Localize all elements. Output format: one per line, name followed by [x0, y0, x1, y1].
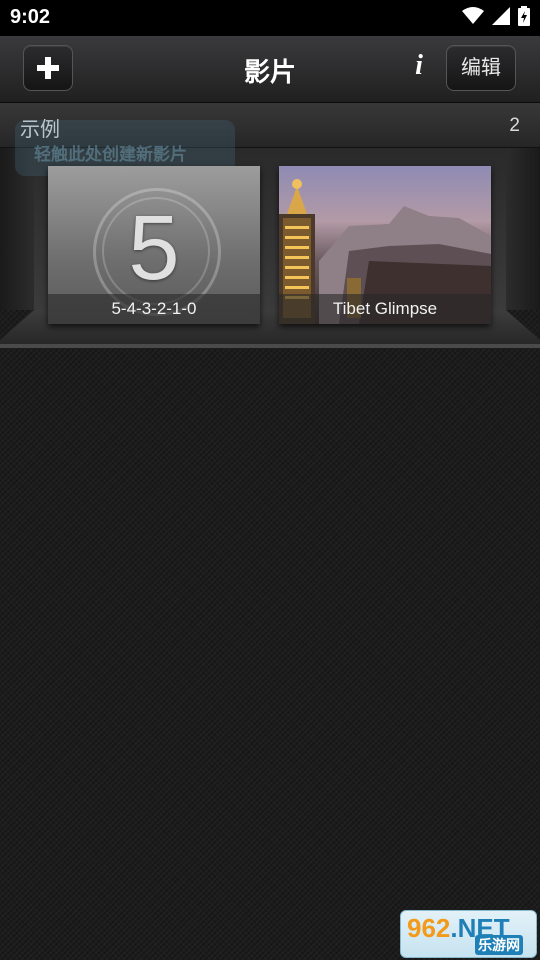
shelf-side-right — [506, 148, 540, 310]
section-count: 2 — [509, 115, 520, 136]
battery-icon — [518, 6, 530, 26]
movie-item[interactable]: Tibet Glimpse — [279, 166, 491, 324]
create-hint-text: 轻触此处创建新影片 — [34, 145, 187, 164]
status-bar: 9:02 — [0, 0, 540, 36]
status-icons — [462, 6, 530, 26]
countdown-digit: 5 — [128, 197, 180, 299]
info-button[interactable]: i — [408, 50, 430, 84]
movie-item[interactable]: 5 5-4-3-2-1-0 — [48, 166, 260, 324]
movie-title: Tibet Glimpse — [279, 294, 491, 324]
status-time: 9:02 — [10, 6, 51, 28]
shelf-edge — [0, 344, 540, 348]
site-watermark: 962.NET 乐游网 — [400, 910, 537, 958]
wifi-icon — [462, 7, 484, 24]
edit-button[interactable]: 编辑 — [446, 45, 516, 91]
movie-title: 5-4-3-2-1-0 — [48, 294, 260, 324]
watermark-subtitle: 乐游网 — [475, 935, 523, 955]
toolbar: 影片 i 编辑 — [0, 36, 540, 103]
cell-signal-icon — [492, 7, 510, 25]
